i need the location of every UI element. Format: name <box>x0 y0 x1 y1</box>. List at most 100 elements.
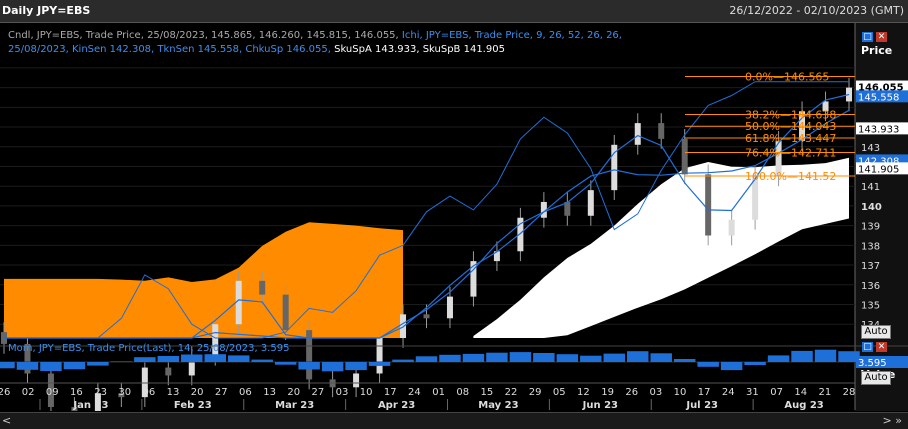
scroll-right-icon[interactable]: > » <box>883 414 902 427</box>
momentum-bar <box>40 362 62 371</box>
momentum-bar <box>157 356 180 362</box>
x-tick-day: 28 <box>843 387 856 398</box>
fib-level-label: 61.8%—143.447 <box>745 132 836 145</box>
close-icon[interactable]: ✕ <box>876 32 887 42</box>
x-tick-day: 27 <box>215 387 228 398</box>
candle-legend: Cndl, JPY=EBS, Trade Price, 25/08/2023, … <box>8 30 399 41</box>
candle-body <box>705 174 712 236</box>
span-values: SkuSpA 143.933, SkuSpB 141.905 <box>334 44 505 55</box>
momentum-bar <box>720 362 743 371</box>
candle-body <box>681 138 688 175</box>
momentum-bar <box>181 354 203 362</box>
legend-line-2: 25/08/2023, KinSen 142.308, TknSen 145.5… <box>8 44 505 55</box>
x-tick-day: 12 <box>577 387 590 398</box>
date-range: 26/12/2022 - 02/10/2023 (GMT) <box>729 4 904 17</box>
momentum-bar <box>697 362 719 367</box>
candle-body <box>259 280 266 295</box>
x-tick-day: 10 <box>674 387 687 398</box>
horizontal-scrollbar[interactable]: < > » <box>0 412 908 429</box>
x-tick-day: 06 <box>142 387 155 398</box>
x-tick-day: 14 <box>794 387 807 398</box>
fib-level-label: 76.4%—142.711 <box>745 146 836 159</box>
momentum-bar <box>321 362 344 372</box>
x-tick-month: Feb 23 <box>174 400 212 411</box>
x-tick-month: Jul 23 <box>685 400 718 411</box>
y-tick-label: 140 <box>861 202 882 213</box>
x-tick-day: 06 <box>239 387 252 398</box>
x-tick-month: Jan 23 <box>72 400 108 411</box>
momentum-bar <box>274 362 297 365</box>
fib-level-label: 0.0%—146.565 <box>745 70 829 83</box>
candle-body <box>658 123 665 139</box>
x-tick-day: 01 <box>432 387 445 398</box>
x-tick-day: 03 <box>336 387 349 398</box>
x-tick-day: 02 <box>22 387 35 398</box>
momentum-bar <box>767 355 790 362</box>
x-tick-day: 23 <box>94 387 107 398</box>
x-tick-month: Jun 23 <box>582 400 618 411</box>
momentum-bar <box>462 353 485 362</box>
candle-body <box>634 123 641 145</box>
price-tag-label: 141.905 <box>858 164 899 175</box>
y-tick-label: 141 <box>861 182 880 193</box>
momentum-bar <box>227 355 250 362</box>
x-tick-day: 03 <box>649 387 662 398</box>
candle-body <box>353 373 360 388</box>
candle-body <box>423 314 430 319</box>
momentum-bar <box>509 352 532 362</box>
chart-title: Daily JPY=EBS <box>2 4 91 17</box>
auto-scale-button-momentum[interactable]: Auto <box>861 371 891 385</box>
momentum-bar <box>204 354 226 362</box>
momentum-bar <box>251 359 273 362</box>
close-icon[interactable]: ✕ <box>876 342 887 352</box>
x-tick-month: Apr 23 <box>378 400 415 411</box>
y-tick-label: 139 <box>861 222 880 233</box>
x-tick-day: 08 <box>456 387 469 398</box>
momentum-bar <box>345 362 367 371</box>
x-tick-day: 26 <box>0 387 10 398</box>
y-tick-label: 138 <box>861 241 880 252</box>
price-axis-title: Price <box>861 44 892 57</box>
x-tick-day: 20 <box>191 387 204 398</box>
restore-icon[interactable]: □ <box>862 32 873 42</box>
price-tag-label: 145.558 <box>858 92 899 103</box>
x-tick-day: 24 <box>722 387 735 398</box>
ichimoku-values: 25/08/2023, KinSen 142.308, TknSen 145.5… <box>8 44 331 55</box>
momentum-bar <box>814 349 837 362</box>
price-tag-label: 143.933 <box>858 124 899 135</box>
fib-level-label: 100.0%—141.52 <box>745 170 836 183</box>
x-tick-day: 26 <box>625 387 638 398</box>
x-tick-day: 13 <box>263 387 276 398</box>
x-tick-month: Aug 23 <box>784 400 823 411</box>
auto-scale-button[interactable]: Auto <box>861 325 891 339</box>
candle-body <box>165 367 172 376</box>
momentum-bar <box>110 361 133 362</box>
momentum-bar <box>439 354 461 362</box>
restore-icon[interactable]: □ <box>862 342 873 352</box>
momentum-bar <box>556 354 579 362</box>
x-tick-day: 10 <box>360 387 373 398</box>
momentum-legend: Mom, JPY=EBS, Trade Price(Last), 14, 25/… <box>8 343 290 354</box>
momentum-bar <box>791 350 813 362</box>
y-tick-label: 137 <box>861 261 880 272</box>
x-tick-day: 17 <box>698 387 711 398</box>
candle-body <box>376 338 383 374</box>
candle-body <box>446 296 453 319</box>
x-tick-day: 22 <box>505 387 518 398</box>
candle-body <box>282 294 289 331</box>
scroll-left-icon[interactable]: < <box>2 414 11 427</box>
momentum-bar <box>673 359 696 362</box>
x-tick-day: 15 <box>480 387 493 398</box>
momentum-bar <box>415 356 438 362</box>
x-tick-day: 09 <box>46 387 59 398</box>
momentum-bar <box>580 355 602 362</box>
momentum-bar <box>87 362 109 366</box>
x-tick-day: 31 <box>746 387 759 398</box>
momentum-bar <box>392 359 414 362</box>
x-tick-day: 05 <box>553 387 566 398</box>
momentum-bar <box>486 352 508 362</box>
y-tick-label: 135 <box>861 300 880 311</box>
x-tick-month: May 23 <box>478 400 518 411</box>
momentum-bar <box>603 353 626 362</box>
momentum-bar <box>744 362 766 365</box>
